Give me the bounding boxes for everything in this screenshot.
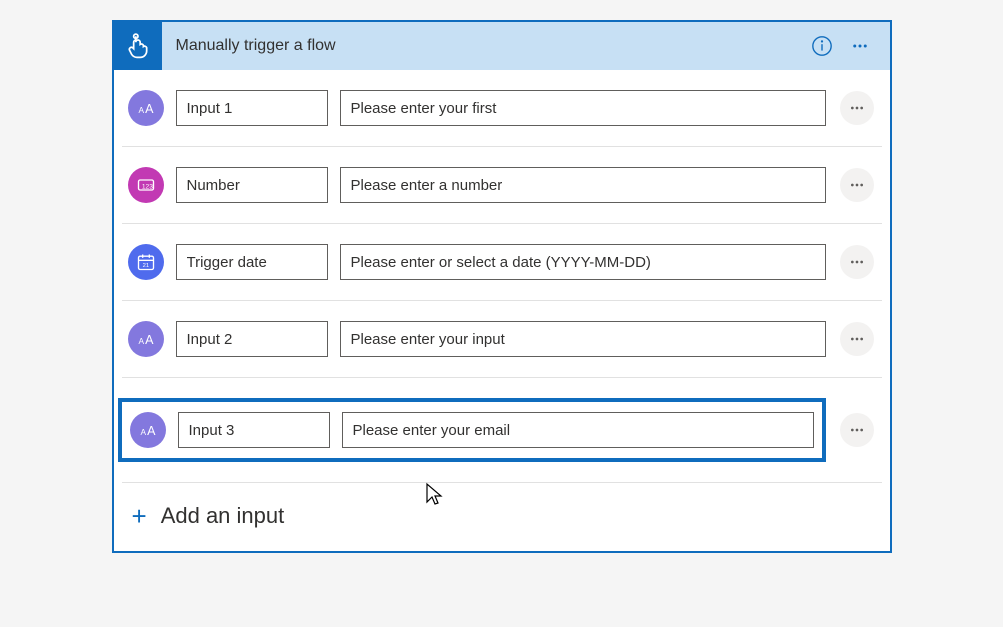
text-type-icon: AA	[130, 412, 166, 448]
header-more-button[interactable]	[844, 30, 876, 62]
row-more-button[interactable]	[840, 168, 874, 202]
card-header: Manually trigger a flow	[114, 22, 890, 70]
trigger-card: Manually trigger a flow AA12321AAAA + Ad…	[112, 20, 892, 553]
row-more-button[interactable]	[840, 322, 874, 356]
input-row-inner: AA	[128, 90, 826, 126]
input-description-field[interactable]	[340, 321, 826, 357]
input-name-field[interactable]	[176, 244, 328, 280]
input-row-inner: AA	[118, 398, 826, 462]
input-row: AA	[122, 70, 882, 147]
input-row: AA	[122, 301, 882, 378]
add-input-label: Add an input	[161, 503, 285, 529]
input-row: 21	[122, 224, 882, 301]
more-horizontal-icon	[849, 422, 865, 438]
input-description-field[interactable]	[340, 90, 826, 126]
svg-text:123: 123	[141, 183, 152, 190]
input-description-field[interactable]	[342, 412, 814, 448]
svg-text:A: A	[147, 424, 156, 438]
input-row: AA	[122, 378, 882, 483]
input-name-field[interactable]	[176, 167, 328, 203]
more-horizontal-icon	[851, 37, 869, 55]
row-more-button[interactable]	[840, 91, 874, 125]
svg-text:21: 21	[142, 263, 148, 269]
svg-text:A: A	[145, 333, 154, 347]
svg-text:A: A	[138, 105, 144, 115]
more-horizontal-icon	[849, 331, 865, 347]
input-row-inner: 123	[128, 167, 826, 203]
input-name-field[interactable]	[176, 90, 328, 126]
number-type-icon: 123	[128, 167, 164, 203]
info-button[interactable]	[808, 32, 836, 60]
more-horizontal-icon	[849, 254, 865, 270]
svg-text:A: A	[140, 427, 146, 437]
input-row-inner: AA	[128, 321, 826, 357]
manual-trigger-icon	[114, 22, 162, 70]
info-icon	[811, 35, 833, 57]
input-description-field[interactable]	[340, 244, 826, 280]
svg-text:A: A	[138, 336, 144, 346]
date-type-icon: 21	[128, 244, 164, 280]
more-horizontal-icon	[849, 177, 865, 193]
input-description-field[interactable]	[340, 167, 826, 203]
input-row-inner: 21	[128, 244, 826, 280]
more-horizontal-icon	[849, 100, 865, 116]
input-rows: AA12321AAAA	[114, 70, 890, 483]
add-input-button[interactable]: + Add an input	[114, 483, 890, 551]
svg-text:A: A	[145, 102, 154, 116]
row-more-button[interactable]	[840, 245, 874, 279]
plus-icon: +	[132, 503, 147, 529]
card-title: Manually trigger a flow	[162, 37, 808, 55]
text-type-icon: AA	[128, 90, 164, 126]
input-row: 123	[122, 147, 882, 224]
row-more-button[interactable]	[840, 413, 874, 447]
input-name-field[interactable]	[176, 321, 328, 357]
text-type-icon: AA	[128, 321, 164, 357]
input-name-field[interactable]	[178, 412, 330, 448]
